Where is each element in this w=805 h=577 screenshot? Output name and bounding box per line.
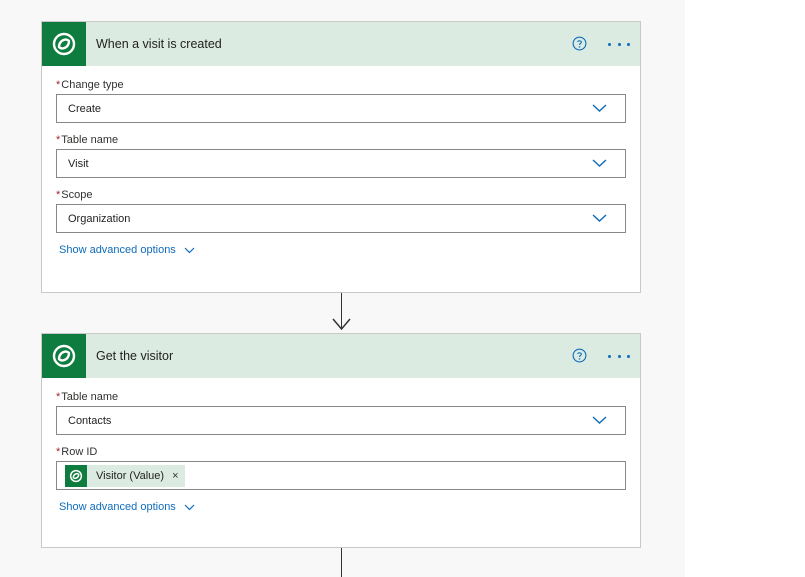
help-icon[interactable] <box>572 348 587 363</box>
trigger-card-body: * Change type Create * Table name Visit * S… <box>42 66 640 256</box>
required-marker: * <box>56 79 61 91</box>
dropdown-value: Organization <box>68 212 131 225</box>
scope-dropdown[interactable]: Organization <box>56 204 626 233</box>
field-label: Change type <box>61 79 124 91</box>
table-name-dropdown[interactable]: Visit <box>56 149 626 178</box>
remove-token-icon[interactable]: × <box>172 470 178 482</box>
dropdown-value: Contacts <box>68 414 112 427</box>
field-label: Table name <box>61 134 119 146</box>
connector-line <box>341 548 342 577</box>
more-options-icon[interactable] <box>608 348 630 364</box>
required-marker: * <box>56 446 61 458</box>
show-advanced-options-link[interactable]: Show advanced options <box>59 501 195 513</box>
help-icon[interactable] <box>572 36 587 51</box>
card-title: When a visit is created <box>96 37 222 51</box>
chevron-down-icon <box>184 247 195 253</box>
dropdown-value: Create <box>68 102 102 115</box>
chevron-down-icon <box>184 504 195 510</box>
advanced-label: Show advanced options <box>59 244 176 256</box>
field-label: Table name <box>61 391 119 403</box>
action-card-header[interactable]: Get the visitor <box>42 334 640 378</box>
dataverse-logo-icon <box>42 334 86 378</box>
action-card: Get the visitor * Table name Contacts * Ro… <box>41 333 641 548</box>
field-label: Row ID <box>61 446 98 458</box>
arrow-down-icon <box>332 318 351 331</box>
chevron-down-icon <box>592 416 607 424</box>
required-marker: * <box>56 391 61 403</box>
trigger-card: When a visit is created * Change type Cre… <box>41 21 641 293</box>
table-name-field: * Table name Contacts <box>56 391 626 435</box>
more-options-icon[interactable] <box>608 36 630 52</box>
card-title: Get the visitor <box>96 349 174 363</box>
dataverse-logo-icon <box>65 464 87 487</box>
dynamic-content-token[interactable]: Visitor (Value) × <box>65 464 185 487</box>
table-name-field: * Table name Visit <box>56 134 626 178</box>
show-advanced-options-link[interactable]: Show advanced options <box>59 244 195 256</box>
row-id-input[interactable]: Visitor (Value) × <box>56 461 626 490</box>
required-marker: * <box>56 134 61 146</box>
required-marker: * <box>56 189 61 201</box>
change-type-dropdown[interactable]: Create <box>56 94 626 123</box>
token-label: Visitor (Value) <box>96 469 165 482</box>
change-type-field: * Change type Create <box>56 79 626 123</box>
dropdown-value: Visit <box>68 157 89 170</box>
chevron-down-icon <box>592 214 607 222</box>
dataverse-logo-icon <box>42 22 86 66</box>
table-name-dropdown[interactable]: Contacts <box>56 406 626 435</box>
row-id-field: * Row ID Visitor (Value) × <box>56 446 626 490</box>
trigger-card-header[interactable]: When a visit is created <box>42 22 640 66</box>
scope-field: * Scope Organization <box>56 189 626 233</box>
flow-designer-canvas: When a visit is created * Change type Cre… <box>0 0 685 577</box>
field-label: Scope <box>61 189 93 201</box>
chevron-down-icon <box>592 104 607 112</box>
chevron-down-icon <box>592 159 607 167</box>
action-card-body: * Table name Contacts * Row ID Visitor (Va… <box>42 378 640 513</box>
advanced-label: Show advanced options <box>59 501 176 513</box>
